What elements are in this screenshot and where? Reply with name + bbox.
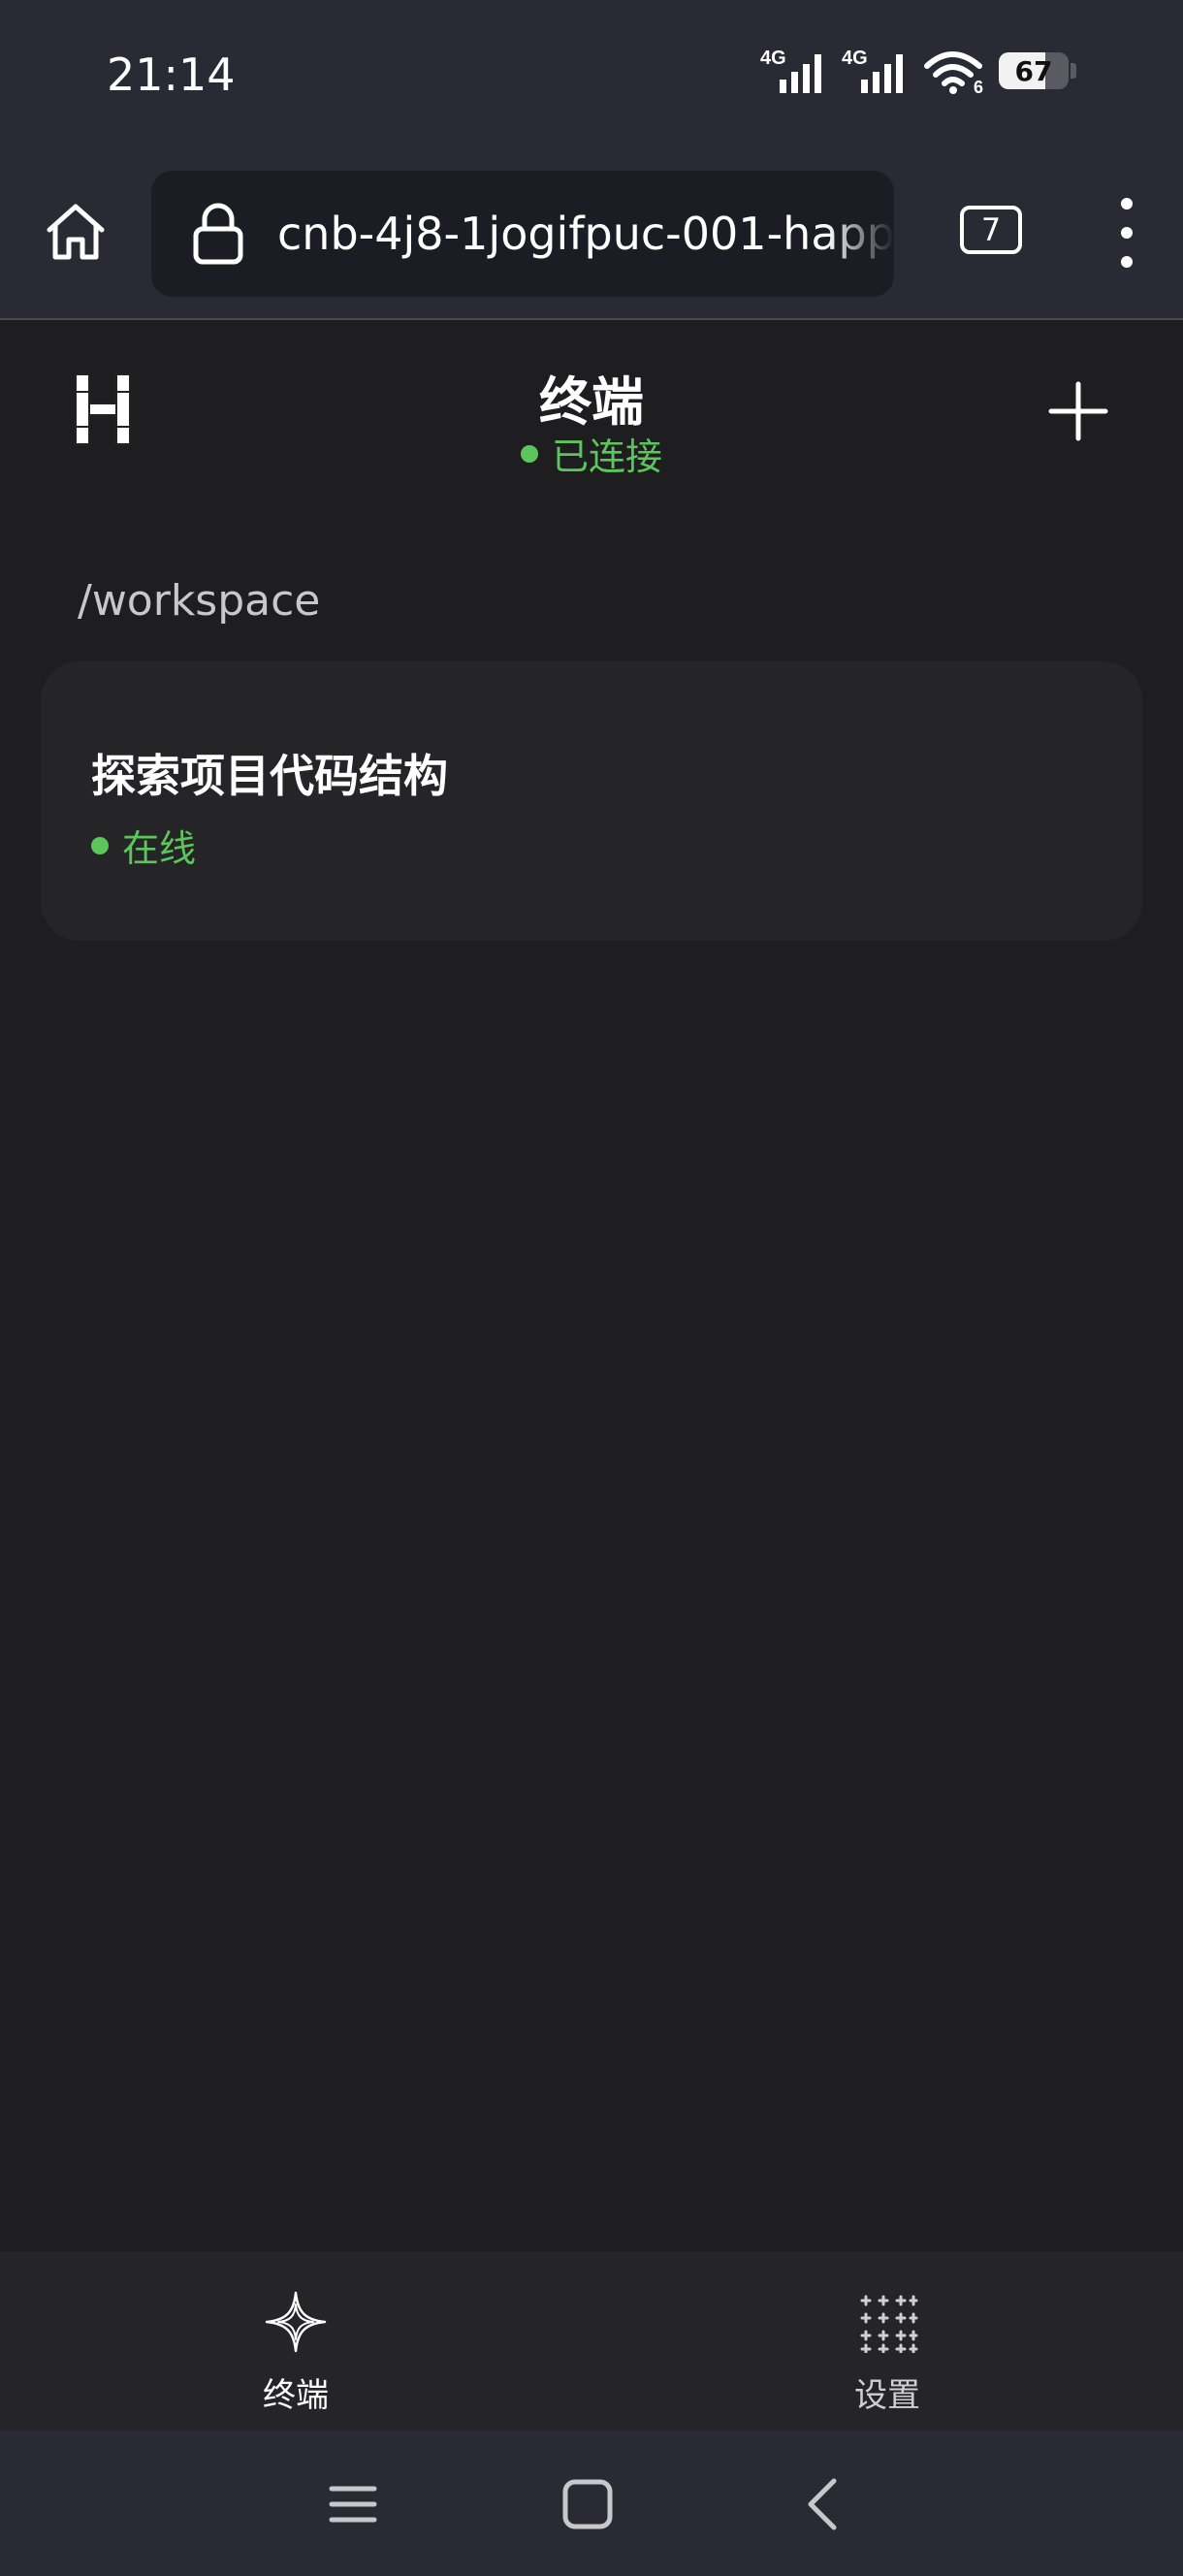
home-icon [47, 204, 105, 260]
connection-status: 已连接 [0, 427, 1183, 480]
browser-toolbar: cnb-4j8-1jogifpuc-001-happy 7 [0, 155, 1183, 320]
url-text[interactable]: cnb-4j8-1jogifpuc-001-happy [277, 208, 894, 260]
tab-settings-label: 设置 [854, 2376, 920, 2415]
workspace-path: /workspace [78, 576, 321, 626]
app-header: 终端 已连接 [0, 322, 1183, 497]
back-icon [808, 2478, 837, 2530]
session-status-label: 在线 [122, 827, 197, 870]
status-dot-icon [520, 444, 538, 463]
home-square-icon [562, 2479, 613, 2529]
recents-icon [329, 2486, 377, 2523]
grid-dots-icon [860, 2295, 918, 2353]
tab-switcher-button[interactable]: 7 [960, 206, 1022, 254]
session-title: 探索项目代码结构 [91, 750, 448, 802]
menu-dot [1121, 227, 1133, 239]
menu-dot [1121, 256, 1133, 268]
system-navigation-bar [0, 2431, 1183, 2576]
url-fade [826, 171, 894, 297]
battery-level: 67 [1014, 54, 1053, 87]
signal-1-label: 4G [760, 48, 786, 69]
tab-terminal[interactable]: 终端 [0, 2252, 592, 2431]
session-card[interactable]: 探索项目代码结构 在线 [41, 661, 1142, 941]
battery-nub [1071, 63, 1076, 79]
status-bar: 21:14 4G 4G 6 67 [0, 0, 1183, 155]
page-title: 终端 [539, 371, 644, 433]
cell-signal-icon: 4G [842, 48, 903, 93]
status-icons: 4G 4G 6 67 [760, 47, 1076, 95]
signal-2-label: 4G [842, 48, 868, 69]
url-bar[interactable]: cnb-4j8-1jogifpuc-001-happy [151, 171, 894, 297]
bottom-tab-bar: 终端 设置 [0, 2252, 1183, 2431]
cell-signal-icon: 4G [760, 48, 821, 93]
add-session-button[interactable] [1047, 380, 1109, 442]
browser-menu-button[interactable] [1105, 198, 1148, 268]
recents-button[interactable] [322, 2473, 384, 2535]
connection-status-label: 已连接 [551, 435, 662, 478]
tab-terminal-label: 终端 [263, 2376, 329, 2415]
online-dot-icon [91, 836, 109, 854]
back-button[interactable] [791, 2473, 853, 2535]
menu-dot [1121, 198, 1133, 209]
wifi-label: 6 [974, 78, 983, 95]
battery-icon: 67 [999, 52, 1069, 89]
lock-icon[interactable] [184, 200, 252, 268]
wifi-icon: 6 [924, 51, 983, 95]
home-nav-button[interactable] [557, 2473, 619, 2535]
browser-home-button[interactable] [37, 194, 114, 272]
sparkle-icon [265, 2291, 327, 2353]
session-status: 在线 [91, 819, 196, 872]
status-time: 21:14 [107, 48, 236, 101]
tab-settings[interactable]: 设置 [592, 2252, 1183, 2431]
